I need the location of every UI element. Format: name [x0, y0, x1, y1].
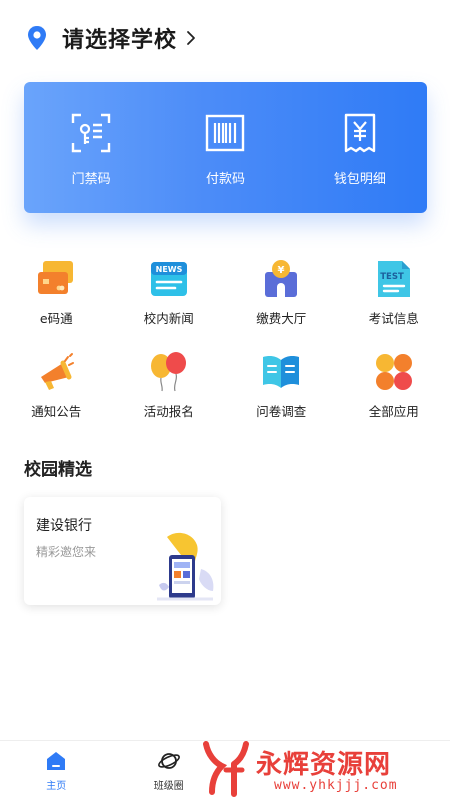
payment-code-button[interactable]: 付款码: [158, 82, 292, 213]
news-badge-text: NEWS: [155, 265, 182, 274]
megaphone-icon: [41, 353, 75, 390]
app-e-code[interactable]: e码通: [0, 258, 113, 327]
door-code-button[interactable]: 门禁码: [24, 82, 158, 213]
news-icon: NEWS: [150, 262, 187, 296]
phone-illustration-icon: [157, 532, 214, 601]
app-grid: e码通 NEWS 校内新闻 ¥ 缴费大厅 TEST 考试信息 通知公告 活动报名…: [0, 258, 450, 420]
location-pin-icon: [28, 26, 46, 50]
yuan-badge-text: ¥: [278, 265, 285, 276]
tab-class-circle[interactable]: 班级圈: [113, 741, 226, 800]
promo-subtitle: 精彩邀您来: [36, 545, 97, 559]
app-campus-news-label: 校内新闻: [143, 311, 194, 326]
bottom-tab-bar: 主页 班级圈: [0, 740, 450, 800]
app-activity-signup[interactable]: 活动报名: [113, 351, 226, 420]
app-campus-news[interactable]: NEWS 校内新闻: [113, 258, 226, 327]
door-code-label: 门禁码: [71, 172, 111, 187]
chevron-right-icon: [187, 31, 195, 45]
tab-home-label: 主页: [46, 781, 67, 792]
app-notice-label: 通知公告: [31, 404, 82, 419]
tab-hidden-4[interactable]: [338, 741, 450, 800]
planet-icon: [157, 753, 180, 769]
app-notice[interactable]: 通知公告: [0, 351, 113, 420]
tab-hidden-3[interactable]: [225, 741, 338, 800]
app-survey[interactable]: 问卷调查: [225, 351, 338, 420]
tab-class-circle-label: 班级圈: [153, 781, 184, 792]
door-qr-icon: [71, 113, 111, 153]
promo-title: 建设银行: [36, 518, 92, 534]
quick-pay-card: 门禁码 付款码 钱包明细: [24, 82, 427, 213]
app-payment-hall[interactable]: ¥ 缴费大厅: [225, 258, 338, 327]
receipt-yuan-icon: [344, 113, 376, 153]
school-label: 请选择学校: [62, 28, 178, 53]
balloons-icon: [150, 352, 186, 392]
book-icon: [263, 356, 300, 388]
tab-home[interactable]: 主页: [0, 741, 113, 800]
app-payment-hall-label: 缴费大厅: [256, 311, 307, 326]
section-title: 校园精选: [24, 460, 92, 480]
wallet-details-button[interactable]: 钱包明细: [293, 82, 427, 213]
app-exam-info-label: 考试信息: [368, 311, 419, 326]
payment-code-label: 付款码: [205, 172, 245, 187]
app-all-apps[interactable]: 全部应用: [338, 351, 450, 420]
app-survey-label: 问卷调查: [256, 404, 307, 419]
app-activity-signup-label: 活动报名: [143, 404, 194, 419]
home-icon: [47, 752, 66, 770]
apps-icon: [375, 354, 412, 390]
promo-card[interactable]: 建设银行 精彩邀您来: [24, 497, 221, 605]
test-badge-text: TEST: [380, 272, 404, 282]
school-selector[interactable]: 请选择学校: [0, 0, 450, 76]
barcode-icon: [206, 114, 245, 152]
cards-icon: [38, 261, 74, 294]
payment-hall-icon: ¥: [265, 260, 298, 297]
app-all-apps-label: 全部应用: [368, 404, 419, 419]
wallet-details-label: 钱包明细: [333, 172, 386, 187]
app-exam-info[interactable]: TEST 考试信息: [338, 258, 450, 327]
app-e-code-label: e码通: [39, 311, 73, 326]
test-doc-icon: TEST: [377, 261, 410, 297]
